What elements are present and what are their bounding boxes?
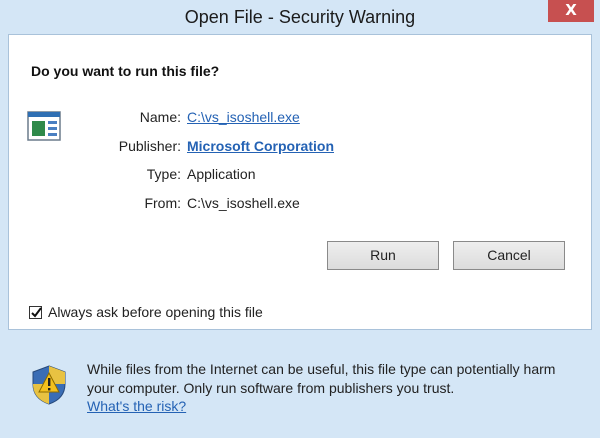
checkmark-icon [31, 306, 42, 318]
dialog-question: Do you want to run this file? [31, 63, 220, 79]
run-button[interactable]: Run [327, 241, 439, 270]
application-icon [27, 111, 61, 141]
warning-footer: While files from the Internet can be use… [0, 330, 600, 438]
cancel-button[interactable]: Cancel [453, 241, 565, 270]
warning-message: While files from the Internet can be use… [87, 361, 556, 396]
from-value: C:\vs_isoshell.exe [187, 195, 300, 211]
from-label: From: [144, 195, 181, 211]
title-bar[interactable]: Open File - Security Warning X [0, 0, 600, 34]
close-icon: X [565, 1, 577, 19]
publisher-label: Publisher: [118, 138, 181, 154]
security-warning-dialog: Open File - Security Warning X Do you wa… [0, 0, 600, 438]
shield-warning-icon [32, 365, 66, 405]
always-ask-checkbox[interactable] [29, 305, 42, 319]
always-ask-label: Always ask before opening this file [48, 304, 263, 320]
type-label: Type: [146, 166, 181, 182]
window-title: Open File - Security Warning [184, 7, 416, 27]
always-ask-option[interactable]: Always ask before opening this file [29, 303, 263, 321]
whats-the-risk-link[interactable]: What's the risk? [87, 398, 186, 414]
dialog-content: Do you want to run this file? Name: C:\v… [8, 34, 592, 330]
publisher-value-link[interactable]: Microsoft Corporation [187, 138, 334, 154]
type-value: Application [187, 166, 256, 182]
close-button[interactable]: X [548, 0, 594, 22]
name-value-link[interactable]: C:\vs_isoshell.exe [187, 109, 300, 125]
name-label: Name: [139, 109, 181, 125]
